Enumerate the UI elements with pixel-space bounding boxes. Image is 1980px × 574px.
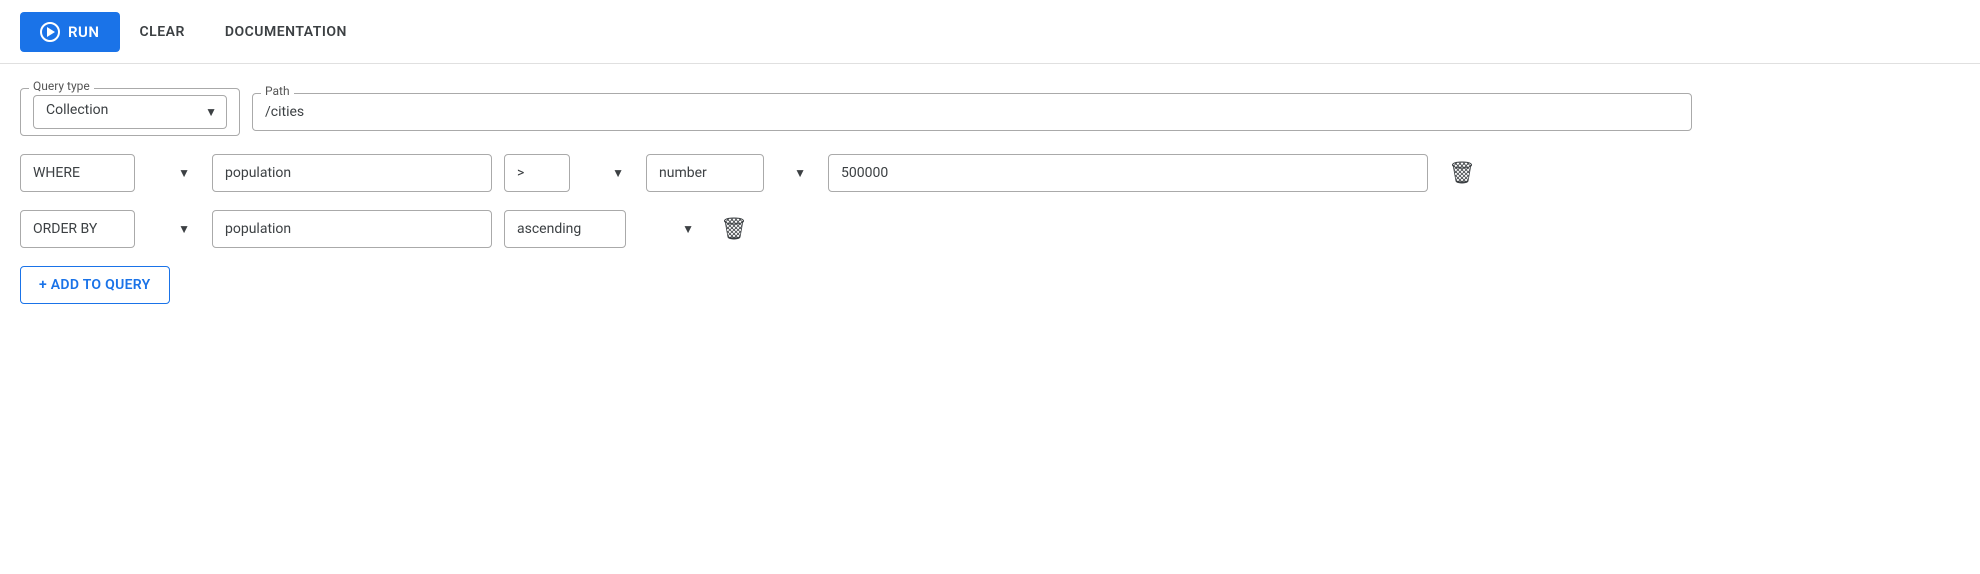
value-type-wrapper: number string boolean null timestamp geo… [646, 154, 816, 192]
operator-wrapper: > < >= <= == != ▼ [504, 154, 634, 192]
run-label: RUN [68, 23, 100, 41]
where-delete-icon[interactable]: 🗑 [1444, 157, 1480, 190]
where-value-input[interactable] [828, 154, 1428, 192]
path-input[interactable] [265, 100, 1679, 120]
where-row: WHERE ORDER BY LIMIT ▼ > < >= <= == != ▼… [20, 154, 1960, 192]
order-field-input[interactable] [212, 210, 492, 248]
play-icon [40, 22, 60, 42]
direction-select[interactable]: ascending descending [504, 210, 626, 248]
add-query-row: + ADD TO QUERY [20, 266, 1960, 304]
query-type-fieldset: Query type Collection Collection Group ▼ [20, 88, 240, 136]
query-type-wrapper: Query type Collection Collection Group ▼ [20, 88, 240, 136]
path-wrapper: Path [252, 93, 1692, 131]
query-type-select-wrapper: Collection Collection Group ▼ [33, 95, 227, 129]
path-fieldset: Path [252, 93, 1692, 131]
direction-wrapper: ascending descending ▼ [504, 210, 704, 248]
path-legend: Path [261, 84, 294, 98]
direction-chevron-icon: ▼ [682, 222, 694, 236]
order-clause-type-select[interactable]: ORDER BY WHERE LIMIT [20, 210, 135, 248]
value-type-select[interactable]: number string boolean null timestamp geo… [646, 154, 764, 192]
operator-chevron-icon: ▼ [612, 166, 624, 180]
order-by-row: ORDER BY WHERE LIMIT ▼ ascending descend… [20, 210, 1960, 248]
clause-type-wrapper: WHERE ORDER BY LIMIT ▼ [20, 154, 200, 192]
order-clause-type-wrapper: ORDER BY WHERE LIMIT ▼ [20, 210, 200, 248]
query-type-path-row: Query type Collection Collection Group ▼… [20, 88, 1960, 136]
add-to-query-button[interactable]: + ADD TO QUERY [20, 266, 170, 304]
order-delete-icon[interactable]: 🗑 [716, 213, 752, 246]
play-triangle [47, 27, 55, 37]
clause-type-select[interactable]: WHERE ORDER BY LIMIT [20, 154, 135, 192]
query-type-inner: Collection Collection Group ▼ [33, 89, 227, 129]
operator-select[interactable]: > < >= <= == != [504, 154, 570, 192]
value-type-chevron-icon: ▼ [794, 166, 806, 180]
toolbar: RUN CLEAR DOCUMENTATION [0, 0, 1980, 64]
query-type-legend: Query type [29, 79, 94, 93]
clear-button[interactable]: CLEAR [120, 14, 205, 50]
clause-type-chevron-icon: ▼ [178, 166, 190, 180]
query-content: Query type Collection Collection Group ▼… [0, 64, 1980, 328]
where-field-input[interactable] [212, 154, 492, 192]
query-type-select[interactable]: Collection Collection Group [33, 95, 227, 129]
order-clause-chevron-icon: ▼ [178, 222, 190, 236]
run-button[interactable]: RUN [20, 12, 120, 52]
documentation-button[interactable]: DOCUMENTATION [205, 14, 367, 50]
